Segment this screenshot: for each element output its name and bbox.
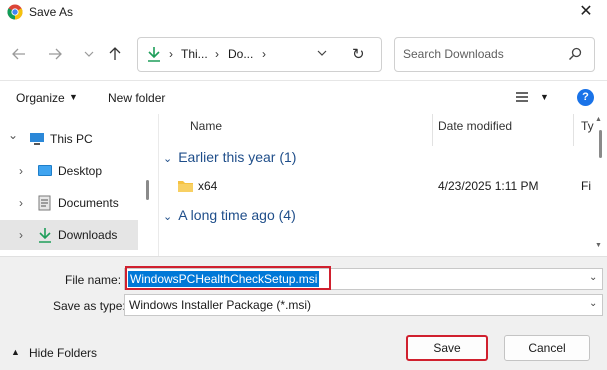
group-header-a-long-time-ago[interactable]: ⌄ A long time ago (4): [163, 207, 296, 223]
save-as-type-label: Save as type:: [53, 299, 126, 313]
help-icon[interactable]: ?: [577, 89, 594, 106]
table-row[interactable]: x64 4/23/2025 1:11 PM Fi: [177, 176, 591, 196]
chevron-right-icon[interactable]: ›: [19, 228, 23, 242]
refresh-icon[interactable]: ↻: [352, 45, 365, 63]
column-header-date-modified[interactable]: Date modified: [438, 119, 512, 133]
group-label: Earlier this year (1): [178, 149, 297, 165]
chevron-down-icon[interactable]: ⌄: [589, 298, 597, 309]
window-title: Save As: [29, 5, 74, 19]
sidebar-item-desktop[interactable]: › Desktop: [0, 156, 138, 186]
breadcrumb-separator: ›: [215, 47, 219, 61]
chevron-down-icon[interactable]: ⌄: [163, 153, 172, 165]
back-arrow-icon[interactable]: [8, 42, 30, 66]
breadcrumb-this-pc[interactable]: Thi...: [181, 47, 208, 61]
sidebar-item-documents[interactable]: › Documents: [0, 188, 138, 218]
chrome-icon: [7, 4, 23, 20]
content-scrollbar[interactable]: [599, 130, 602, 158]
search-box[interactable]: Search Downloads: [394, 37, 595, 72]
chevron-right-icon[interactable]: ›: [19, 196, 23, 210]
close-button[interactable]: ✕: [575, 1, 597, 23]
navigation-pane: ⌄ This PC › Desktop › Documents › Downlo…: [0, 114, 155, 256]
scroll-down-icon[interactable]: ▼: [595, 242, 602, 249]
sidebar-item-this-pc[interactable]: ⌄ This PC: [0, 124, 138, 154]
sidebar-scrollbar[interactable]: [146, 180, 149, 200]
group-label: A long time ago (4): [178, 207, 296, 223]
view-options-icon[interactable]: [515, 91, 529, 106]
address-bar[interactable]: › Thi... › Do... › ↻: [137, 37, 382, 72]
column-header-type[interactable]: Ty: [581, 119, 594, 133]
breadcrumb-downloads[interactable]: Do...: [228, 47, 253, 61]
column-divider[interactable]: [432, 114, 433, 146]
chevron-down-icon[interactable]: ⌄: [589, 272, 597, 283]
search-icon: [568, 47, 582, 64]
chevron-down-icon[interactable]: ⌄: [8, 128, 18, 142]
folder-icon: [177, 179, 194, 196]
sidebar-item-label: Documents: [58, 196, 119, 210]
save-as-type-select[interactable]: Windows Installer Package (*.msi) ⌄: [124, 294, 603, 316]
command-toolbar: Organize ▼ New folder ▼: [0, 80, 607, 114]
sidebar-item-label: Downloads: [58, 228, 118, 242]
cancel-button[interactable]: Cancel: [504, 335, 590, 361]
chevron-down-icon[interactable]: [317, 46, 327, 63]
chevron-down-icon[interactable]: ⌄: [163, 211, 172, 223]
title-bar: Save As ✕: [0, 0, 607, 26]
file-date-cell: 4/23/2025 1:11 PM: [438, 179, 539, 193]
file-type-cell: Fi: [581, 179, 591, 193]
file-name-highlight-box: [125, 266, 331, 290]
documents-icon: [38, 195, 51, 214]
sidebar-item-label: This PC: [50, 132, 93, 146]
sidebar-item-downloads[interactable]: › Downloads: [0, 220, 138, 250]
file-name-label: File name:: [65, 273, 122, 287]
file-list: Name Date modified Ty ⌄ Earlier this year…: [158, 114, 607, 256]
up-arrow-icon[interactable]: [104, 42, 126, 66]
caret-up-icon: ▲: [11, 347, 20, 357]
file-name-cell: x64: [198, 179, 218, 193]
group-header-earlier-this-year[interactable]: ⌄ Earlier this year (1): [163, 149, 296, 165]
sidebar-item-label: Desktop: [58, 164, 103, 178]
new-folder-button[interactable]: New folder: [108, 91, 165, 105]
save-button[interactable]: Save: [406, 335, 488, 361]
column-header-name[interactable]: Name: [190, 119, 222, 133]
save-as-type-value: Windows Installer Package (*.msi): [129, 298, 312, 312]
chevron-right-icon[interactable]: ›: [19, 164, 23, 178]
scroll-up-icon[interactable]: ▲: [595, 116, 602, 123]
pc-icon: [29, 132, 45, 149]
search-input[interactable]: Search Downloads: [403, 47, 504, 61]
desktop-icon: [37, 164, 53, 180]
breadcrumb-separator: ›: [262, 47, 266, 61]
breadcrumb-separator: ›: [169, 47, 173, 61]
organize-button[interactable]: Organize: [16, 91, 65, 105]
hide-folders-label: Hide Folders: [29, 346, 98, 360]
caret-down-icon[interactable]: ▼: [540, 92, 549, 102]
caret-down-icon[interactable]: ▼: [69, 92, 78, 102]
column-divider[interactable]: [573, 114, 574, 146]
download-icon: [147, 46, 161, 65]
download-icon: [38, 227, 52, 246]
forward-arrow-icon[interactable]: [44, 42, 66, 66]
recent-locations-chevron-icon[interactable]: [78, 42, 100, 66]
